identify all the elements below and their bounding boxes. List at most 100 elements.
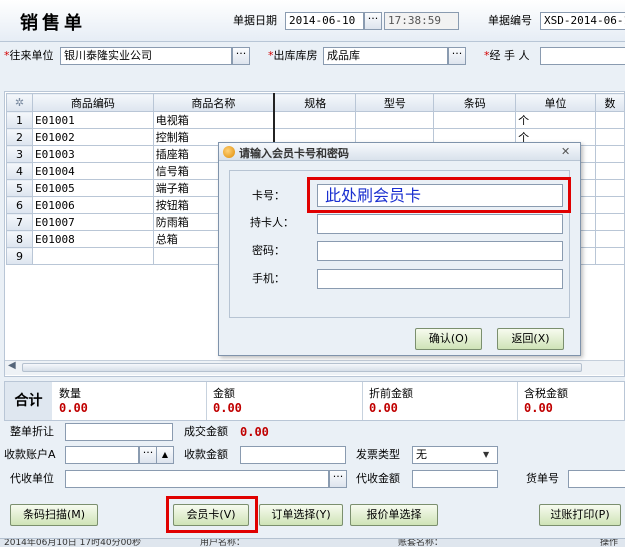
column-header[interactable]: 数: [594, 93, 625, 112]
receive-amount-label: 收款金额: [184, 448, 228, 461]
status-account: 账套名称：: [398, 538, 444, 547]
handler-label-text: 经 手 人: [489, 49, 530, 62]
page-title: 销售单: [20, 13, 86, 34]
account-up-arrow-icon[interactable]: ▲: [156, 446, 174, 464]
status-bar: 2014年06月10日 17时40分00秒 用户名称： 账套名称： 操作: [0, 538, 625, 547]
code-cell[interactable]: [31, 247, 154, 265]
holder-label: 持卡人：: [250, 216, 294, 229]
summary-tax: 含税金额 0.00: [518, 382, 624, 420]
agent-field[interactable]: [65, 470, 329, 488]
dialog-title: 请输入会员卡号和密码: [239, 147, 349, 160]
column-header[interactable]: 型号: [355, 93, 435, 112]
column-header[interactable]: 规格: [273, 93, 357, 112]
warehouse-label: *出库库房: [268, 47, 318, 65]
scrollbar-thumb[interactable]: [22, 363, 582, 372]
receive-amount-field[interactable]: [240, 446, 346, 464]
password-label: 密码：: [252, 244, 285, 257]
code-cell[interactable]: E01004: [31, 162, 154, 180]
warehouse-picker-button[interactable]: ···: [448, 47, 466, 65]
code-cell[interactable]: E01002: [31, 128, 154, 146]
row-number: 9: [6, 247, 33, 265]
code-cell[interactable]: E01007: [31, 213, 154, 231]
row-number: 2: [6, 128, 33, 146]
code-cell[interactable]: E01006: [31, 196, 154, 214]
dialog-ok-button[interactable]: 确认(O): [415, 328, 482, 350]
row-number: 8: [6, 230, 33, 248]
order-select-button[interactable]: 订单选择(Y): [259, 504, 343, 526]
column-header[interactable]: 商品名称: [152, 93, 276, 112]
status-operation: 操作: [600, 538, 619, 547]
row-number: 4: [6, 162, 33, 180]
agent-picker-button[interactable]: ···: [329, 470, 347, 488]
dialog-back-button[interactable]: 返回(X): [497, 328, 564, 350]
card-label: 卡号：: [252, 189, 285, 202]
agent-amount-label: 代收金额: [356, 472, 400, 485]
table-header: ✲ 商品编码 商品名称 规格 型号 条码 单位 数: [6, 93, 625, 112]
summary-tax-label: 含税金额: [524, 387, 568, 400]
dialog-app-icon: [223, 146, 235, 158]
column-header[interactable]: 单位: [515, 93, 596, 112]
customer-label: *往来单位: [4, 47, 54, 65]
close-icon[interactable]: ✕: [561, 145, 570, 158]
handler-label: *经 手 人: [484, 47, 530, 65]
row-number: 6: [6, 196, 33, 214]
holder-input[interactable]: [317, 214, 563, 234]
table-row[interactable]: 1 E01001 电视箱 个: [6, 111, 625, 129]
customer-field[interactable]: 银川泰隆实业公司: [60, 47, 232, 65]
code-cell[interactable]: E01005: [31, 179, 154, 197]
summary-label: 合计: [5, 382, 52, 420]
unit-cell[interactable]: 个: [515, 111, 596, 129]
member-card-highlight: [166, 496, 258, 533]
customer-label-text: 往来单位: [9, 49, 54, 62]
date-field[interactable]: 2014-06-10: [285, 12, 364, 30]
summary-tax-value: 0.00: [524, 401, 553, 415]
handler-field[interactable]: [540, 47, 625, 65]
cargo-no-label: 货单号: [526, 472, 559, 485]
print-button[interactable]: 过账打印(P): [539, 504, 621, 526]
row-number: 7: [6, 213, 33, 231]
password-input[interactable]: [317, 241, 563, 261]
summary-amount-value: 0.00: [213, 401, 242, 415]
row-number: 1: [6, 111, 33, 129]
summary-discount: 折前金额 0.00: [363, 382, 518, 420]
quote-select-button[interactable]: 报价单选择: [350, 504, 438, 526]
summary-discount-value: 0.00: [369, 401, 398, 415]
phone-input[interactable]: [317, 269, 563, 289]
account-picker-button[interactable]: ···: [139, 446, 157, 464]
phone-label: 手机：: [252, 272, 285, 285]
summary-qty-value: 0.00: [59, 401, 88, 415]
date-picker-button[interactable]: ···: [364, 12, 382, 30]
column-header[interactable]: 条码: [433, 93, 517, 112]
row-number: 3: [6, 145, 33, 163]
agent-amount-field[interactable]: [412, 470, 498, 488]
time-field[interactable]: 17:38:59: [384, 12, 459, 30]
discount-label: 整单折让: [10, 425, 54, 438]
doc-no-field[interactable]: XSD-2014-06-10: [540, 12, 625, 30]
warehouse-field[interactable]: 成品库: [323, 47, 448, 65]
code-cell[interactable]: E01003: [31, 145, 154, 163]
name-cell[interactable]: 电视箱: [152, 111, 276, 129]
chevron-down-icon[interactable]: ▼: [483, 447, 489, 463]
account-field[interactable]: [65, 446, 139, 464]
agent-label: 代收单位: [10, 472, 54, 485]
summary-qty: 数量 0.00: [53, 382, 207, 420]
table-corner: ✲: [6, 93, 33, 112]
summary-amount: 金额 0.00: [207, 382, 363, 420]
status-user: 用户名称：: [200, 538, 246, 547]
date-label: 单据日期: [233, 14, 277, 27]
cargo-no-field[interactable]: [568, 470, 625, 488]
card-input-highlight: [307, 177, 571, 213]
invoice-type-label: 发票类型: [356, 448, 400, 461]
account-label: 收款账户A: [4, 448, 56, 461]
code-cell[interactable]: E01008: [31, 230, 154, 248]
deal-amount-value: 0.00: [240, 425, 269, 439]
discount-field[interactable]: [65, 423, 173, 441]
scroll-left-arrow-icon[interactable]: ◀: [8, 360, 16, 371]
summary-qty-label: 数量: [59, 387, 81, 400]
deal-amount-label: 成交金额: [184, 425, 228, 438]
barcode-scan-button[interactable]: 条码扫描(M): [10, 504, 98, 526]
code-cell[interactable]: E01001: [31, 111, 154, 129]
column-header[interactable]: 商品编码: [31, 93, 154, 112]
customer-picker-button[interactable]: ···: [232, 47, 250, 65]
status-datetime: 2014年06月10日 17时40分00秒: [4, 538, 142, 547]
